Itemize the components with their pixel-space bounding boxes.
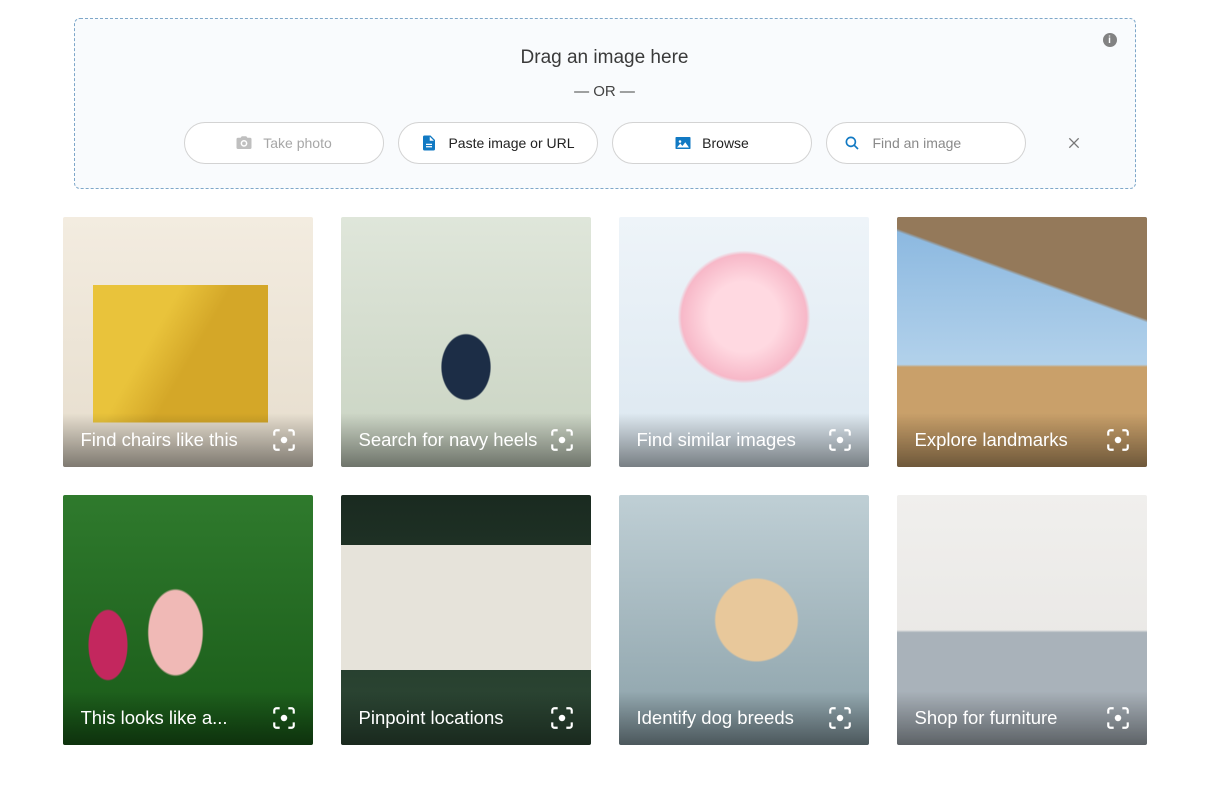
- find-image-field[interactable]: [826, 122, 1026, 164]
- search-icon: [843, 134, 861, 152]
- example-card-dog-breeds[interactable]: Identify dog breeds: [619, 495, 869, 745]
- example-cards-grid: Find chairs like this Search for navy he…: [63, 217, 1147, 745]
- take-photo-button[interactable]: Take photo: [184, 122, 384, 164]
- drag-prompt-text: Drag an image here: [95, 47, 1115, 69]
- clear-icon[interactable]: [1066, 135, 1082, 151]
- card-caption: Explore landmarks: [915, 429, 1068, 451]
- card-caption: Shop for furniture: [915, 707, 1058, 729]
- card-overlay: Find chairs like this: [63, 413, 313, 467]
- or-separator-text: — OR —: [95, 83, 1115, 100]
- image-dropzone[interactable]: i Drag an image here — OR — Take photo P…: [74, 18, 1136, 189]
- card-overlay: Find similar images: [619, 413, 869, 467]
- dropzone-actions: Take photo Paste image or URL Browse: [95, 122, 1115, 164]
- example-card-landmarks[interactable]: Explore landmarks: [897, 217, 1147, 467]
- visual-search-icon: [549, 705, 575, 731]
- card-caption: Search for navy heels: [359, 429, 538, 451]
- visual-search-icon: [1105, 705, 1131, 731]
- visual-search-icon: [1105, 427, 1131, 453]
- browse-label: Browse: [702, 135, 749, 151]
- browse-button[interactable]: Browse: [612, 122, 812, 164]
- visual-search-icon: [549, 427, 575, 453]
- card-overlay: Explore landmarks: [897, 413, 1147, 467]
- visual-search-icon: [271, 705, 297, 731]
- card-caption: This looks like a...: [81, 707, 228, 729]
- file-icon: [420, 134, 438, 152]
- card-overlay: Pinpoint locations: [341, 691, 591, 745]
- example-card-furniture[interactable]: Shop for furniture: [897, 495, 1147, 745]
- image-icon: [674, 134, 692, 152]
- camera-icon: [235, 134, 253, 152]
- visual-search-icon: [827, 705, 853, 731]
- info-icon[interactable]: i: [1103, 33, 1117, 47]
- find-image-input[interactable]: [873, 135, 1054, 151]
- example-card-chairs[interactable]: Find chairs like this: [63, 217, 313, 467]
- example-card-heels[interactable]: Search for navy heels: [341, 217, 591, 467]
- visual-search-icon: [827, 427, 853, 453]
- card-overlay: Identify dog breeds: [619, 691, 869, 745]
- take-photo-label: Take photo: [263, 135, 332, 151]
- card-caption: Pinpoint locations: [359, 707, 504, 729]
- example-card-flower[interactable]: Find similar images: [619, 217, 869, 467]
- card-overlay: Search for navy heels: [341, 413, 591, 467]
- paste-image-label: Paste image or URL: [448, 135, 574, 151]
- card-overlay: This looks like a...: [63, 691, 313, 745]
- card-caption: Identify dog breeds: [637, 707, 794, 729]
- example-card-locations[interactable]: Pinpoint locations: [341, 495, 591, 745]
- card-overlay: Shop for furniture: [897, 691, 1147, 745]
- card-caption: Find similar images: [637, 429, 796, 451]
- card-caption: Find chairs like this: [81, 429, 238, 451]
- example-card-tulip[interactable]: This looks like a...: [63, 495, 313, 745]
- paste-image-button[interactable]: Paste image or URL: [398, 122, 598, 164]
- visual-search-icon: [271, 427, 297, 453]
